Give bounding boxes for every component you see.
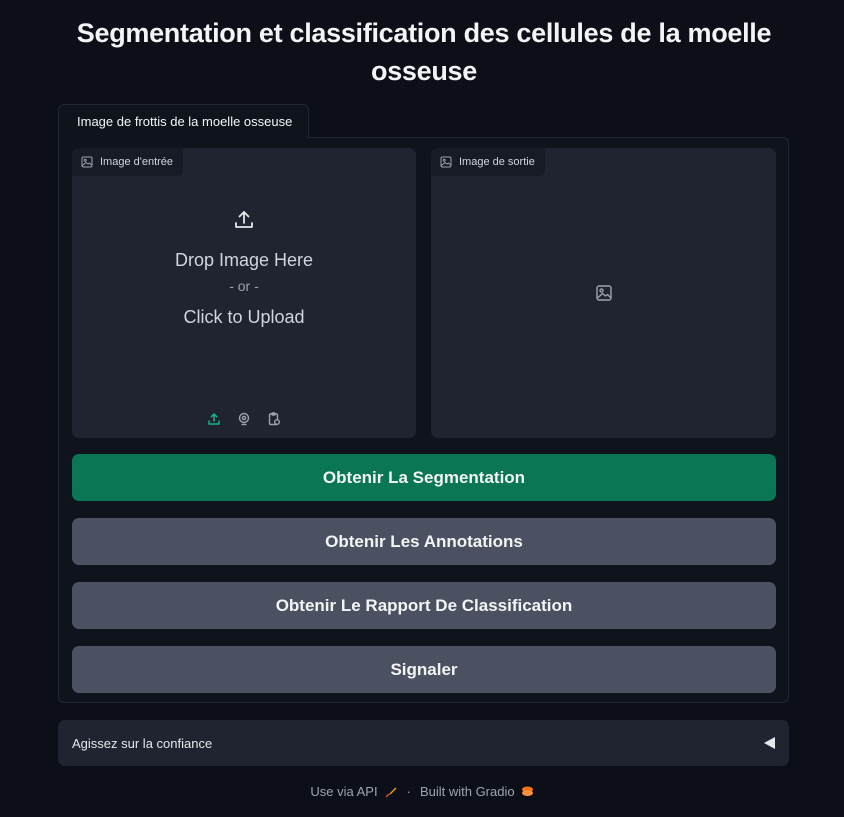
- clipboard-icon: [268, 412, 280, 426]
- input-image-label-badge: Image d'entrée: [72, 148, 184, 176]
- webcam-icon: [238, 412, 250, 426]
- rocket-icon: [385, 787, 397, 797]
- accordion-label: Agissez sur la confiance: [72, 735, 213, 751]
- webcam-source-button[interactable]: [235, 410, 253, 428]
- clipboard-source-button[interactable]: [265, 410, 283, 428]
- click-to-upload-text: Click to Upload: [183, 307, 305, 327]
- image-icon: [440, 156, 452, 168]
- output-image-panel: Image de sortie: [431, 148, 776, 438]
- gradio-logo-icon: [521, 786, 533, 796]
- upload-icon: [235, 211, 253, 228]
- footer-separator: ·: [406, 784, 411, 799]
- output-image-label-badge: Image de sortie: [431, 148, 545, 176]
- use-via-api-link[interactable]: Use via API: [310, 784, 377, 799]
- tab-image-frottis[interactable]: Image de frottis de la moelle osseuse: [58, 104, 310, 138]
- get-annotations-button[interactable]: Obtenir Les Annotations: [72, 518, 776, 565]
- upload-icon: [208, 413, 220, 425]
- output-image-label: Image de sortie: [459, 156, 535, 168]
- upload-area[interactable]: Drop Image Here - or - Click to Upload: [72, 208, 416, 336]
- footer: Use via API · Built with Gradio: [0, 784, 844, 799]
- flag-button[interactable]: Signaler: [72, 646, 776, 693]
- upload-source-button[interactable]: [205, 410, 223, 428]
- input-image-label: Image d'entrée: [100, 156, 174, 168]
- input-image-dropzone[interactable]: Image d'entrée Drop Image Here - or - Cl…: [72, 148, 416, 438]
- page-title: Segmentation et classification des cellu…: [76, 18, 772, 86]
- image-icon: [81, 156, 93, 168]
- get-classification-report-button[interactable]: Obtenir Le Rapport De Classification: [72, 582, 776, 629]
- or-text: - or -: [229, 278, 259, 294]
- collapse-arrow-icon[interactable]: [764, 737, 775, 749]
- built-with-gradio-link[interactable]: Built with Gradio: [420, 784, 515, 799]
- drop-image-text: Drop Image Here: [174, 250, 314, 270]
- get-segmentation-button[interactable]: Obtenir La Segmentation: [72, 454, 776, 501]
- source-selector: [72, 410, 416, 428]
- empty-image-icon: [595, 285, 612, 301]
- confidence-accordion[interactable]: Agissez sur la confiance: [58, 720, 789, 766]
